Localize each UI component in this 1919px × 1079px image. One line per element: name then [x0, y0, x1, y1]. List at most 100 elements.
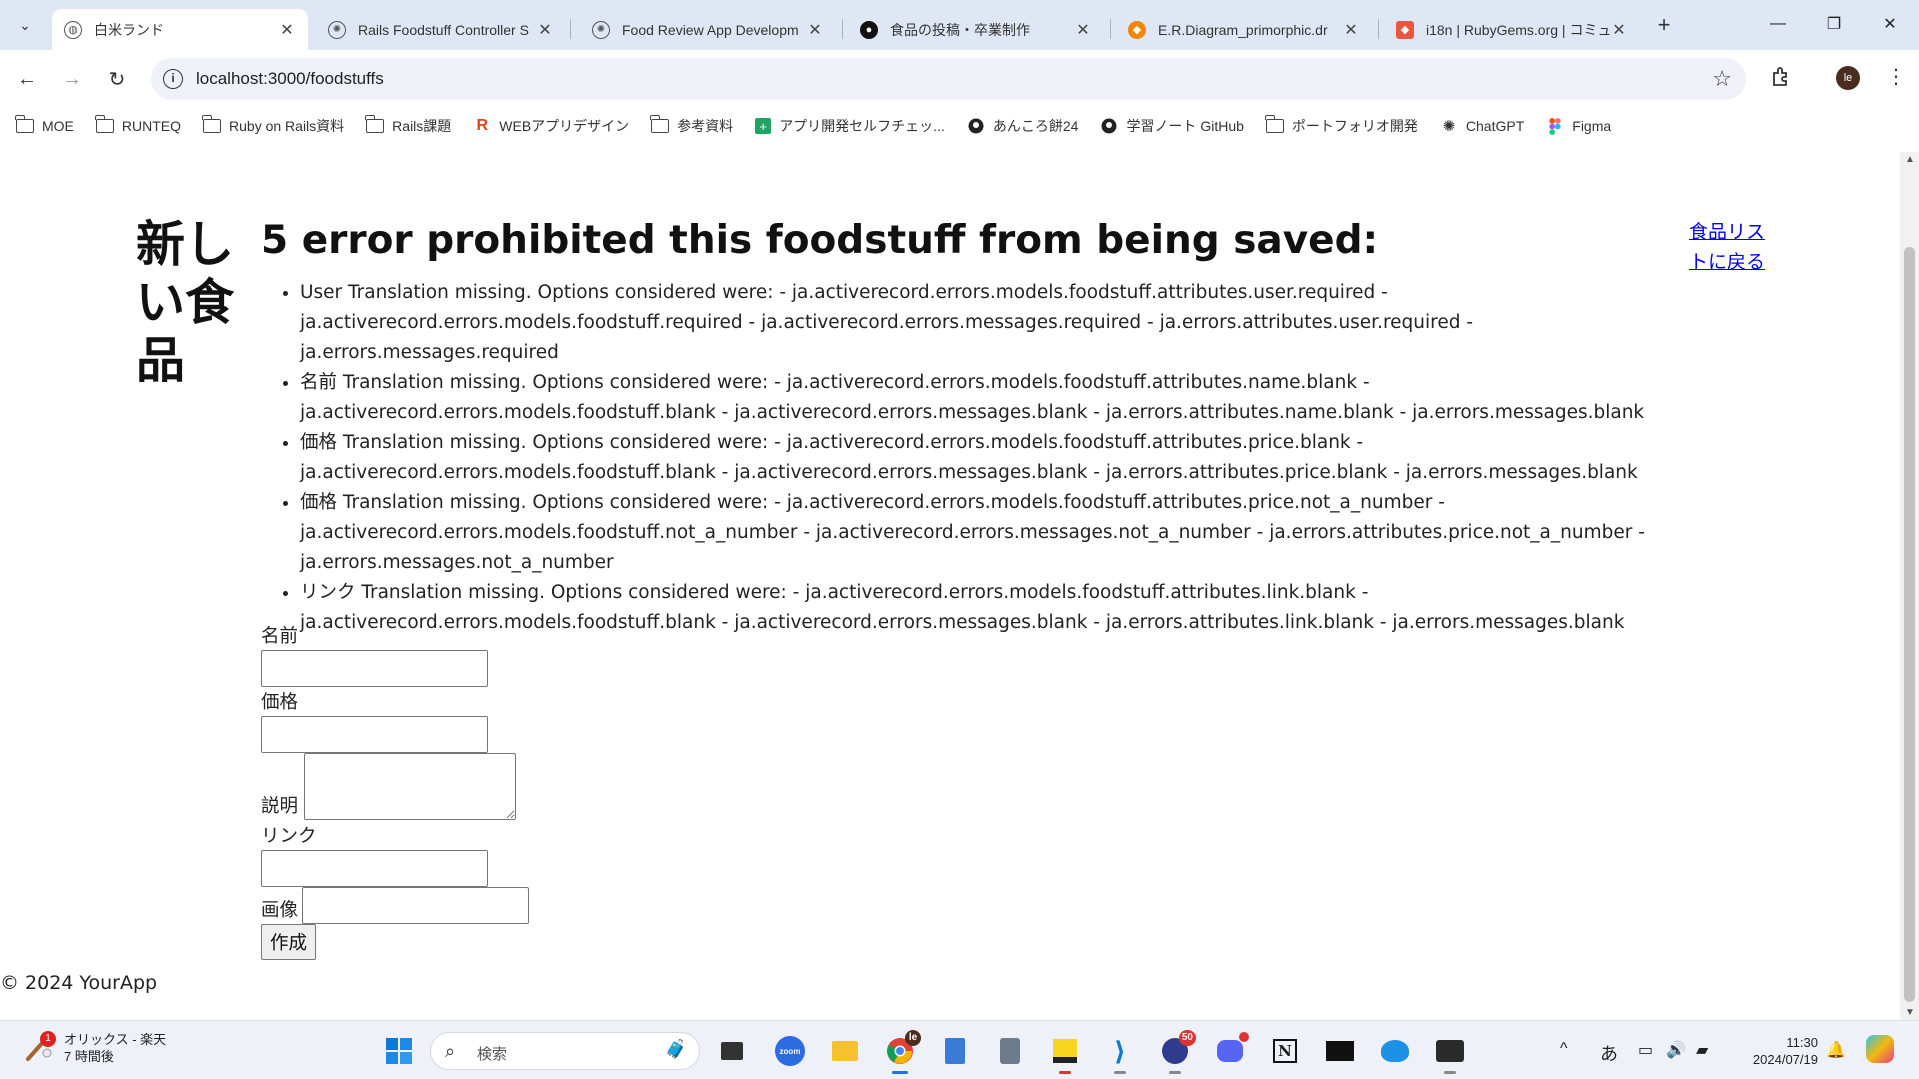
tab-title: Food Review App Developm — [622, 21, 799, 38]
close-icon[interactable]: ✕ — [1342, 20, 1360, 40]
error-item: 価格 Translation missing. Options consider… — [300, 488, 1670, 578]
active-indicator — [1114, 1071, 1126, 1074]
taskbar-search[interactable]: ⌕ 検索 🧳 — [430, 1032, 700, 1070]
windows-terminal-app[interactable] — [1435, 1036, 1465, 1074]
bookmark-rails-docs[interactable]: Ruby on Rails資料 — [202, 115, 344, 136]
bookmark-study-notes[interactable]: 学習ノート GitHub — [1100, 116, 1244, 136]
error-item: 価格 Translation missing. Options consider… — [300, 428, 1670, 488]
close-icon[interactable]: ✕ — [1074, 20, 1092, 40]
reload-button[interactable]: ↻ — [102, 64, 132, 94]
baseball-icon: 1 — [24, 1031, 56, 1063]
more-menu-icon[interactable]: ⋮ — [1886, 64, 1906, 89]
bookmark-label: Rails課題 — [392, 118, 452, 134]
bookmark-moe[interactable]: MOE — [15, 115, 74, 134]
vscode-icon: ⟩ — [1114, 1035, 1126, 1066]
tab-search-button[interactable]: ⌄ — [10, 11, 40, 39]
address-bar[interactable]: i localhost:3000/foodstuffs ☆ — [151, 58, 1746, 100]
reload-icon: ↻ — [108, 68, 126, 91]
calculator-app[interactable] — [995, 1036, 1025, 1066]
sticky-notes-icon — [1053, 1039, 1077, 1063]
tab-rubygems[interactable]: ◆ i18n | RubyGems.org | コミュ ✕ — [1384, 9, 1640, 50]
ime-indicator[interactable]: あ — [1600, 1040, 1618, 1066]
scroll-down-icon[interactable]: ▼ — [1905, 1007, 1915, 1018]
close-icon[interactable]: ✕ — [278, 20, 296, 40]
bell-icon[interactable]: 🔔 — [1826, 1040, 1846, 1060]
bookmark-chatgpt[interactable]: ✺ ChatGPT — [1440, 118, 1525, 135]
bookmark-self-check[interactable]: + アプリ開発セルフチェッ... — [755, 116, 945, 136]
description-textarea[interactable] — [304, 753, 517, 820]
close-window-button[interactable]: ✕ — [1862, 0, 1918, 48]
back-to-list-link[interactable]: 食品リストに戻る — [1689, 217, 1767, 277]
bookmark-star-icon[interactable]: ☆ — [1712, 66, 1732, 92]
zoom-app[interactable]: zoom — [775, 1036, 805, 1066]
sticky-notes-app[interactable] — [1050, 1036, 1080, 1074]
minimize-button[interactable]: — — [1750, 0, 1806, 48]
tab-separator — [842, 19, 843, 39]
bookmark-ankoromochi[interactable]: あんころ餅24 — [967, 116, 1078, 136]
forward-button[interactable]: → — [57, 64, 87, 94]
scroll-up-icon[interactable]: ▲ — [1905, 154, 1915, 165]
bookmark-rails-tasks[interactable]: Rails課題 — [365, 115, 452, 136]
chevron-up-icon[interactable]: ^ — [1560, 1040, 1568, 1058]
bookmark-runteq[interactable]: RUNTEQ — [94, 115, 182, 134]
folder-icon — [1264, 115, 1284, 134]
tab-github-food[interactable]: ● 食品の投稿・卒業制作 ✕ — [848, 9, 1104, 50]
battery-icon[interactable]: ▰ — [1696, 1040, 1708, 1060]
name-field[interactable] — [261, 650, 488, 687]
create-button[interactable]: 作成 — [261, 924, 317, 960]
copilot-icon[interactable] — [1866, 1035, 1894, 1068]
scroll-thumb[interactable] — [1904, 247, 1915, 1002]
notification-dot — [1239, 1032, 1249, 1042]
network-icon[interactable]: ▭ — [1638, 1040, 1653, 1060]
close-icon[interactable]: ✕ — [536, 20, 554, 40]
back-button[interactable]: ← — [12, 64, 42, 94]
profile-avatar[interactable]: le — [1836, 66, 1860, 90]
new-tab-button[interactable]: + — [1650, 12, 1678, 40]
restore-icon: ❐ — [1826, 16, 1842, 33]
news-title: オリックス - 楽天 — [64, 1032, 167, 1047]
tab-rails-controller[interactable]: ✺ Rails Foodstuff Controller S ✕ — [316, 9, 566, 50]
discord-app[interactable] — [1215, 1032, 1249, 1066]
notion-app[interactable]: N — [1270, 1036, 1300, 1066]
close-icon[interactable]: ✕ — [1610, 20, 1628, 40]
system-clock[interactable]: 11:30 2024/07/19 — [1728, 1034, 1818, 1068]
start-button[interactable] — [384, 1036, 414, 1066]
explorer-app[interactable] — [830, 1036, 860, 1066]
chrome-app[interactable]: le — [885, 1030, 921, 1074]
bookmark-web-design[interactable]: R WEBアプリデザイン — [473, 116, 630, 136]
site-info-icon[interactable]: i — [163, 69, 183, 89]
tab-food-review[interactable]: ✺ Food Review App Developm ✕ — [580, 9, 836, 50]
name-label: 名前 — [261, 626, 299, 647]
discord-icon — [1217, 1040, 1243, 1062]
foodstuff-form: 名前 価格 説明 リンク 画像 作成 — [261, 624, 530, 960]
tab-strip: ⌄ ◍ 白米ランド ✕ ✺ Rails Foodstuff Controller… — [0, 0, 1919, 50]
bookmark-figma[interactable]: Figma — [1546, 117, 1611, 135]
page-scrollbar[interactable]: ▲ ▼ — [1900, 152, 1919, 1020]
image-field[interactable] — [302, 887, 530, 924]
bookmark-portfolio[interactable]: ポートフォリオ開発 — [1264, 115, 1418, 136]
orbit-app[interactable]: 50 — [1160, 1030, 1196, 1074]
restore-button[interactable]: ❐ — [1806, 0, 1862, 48]
bookmark-label: RUNTEQ — [121, 118, 182, 134]
extensions-icon[interactable] — [1769, 64, 1793, 88]
close-icon[interactable]: ✕ — [806, 20, 824, 40]
volume-icon[interactable]: 🔊 — [1666, 1040, 1686, 1060]
docker-app[interactable] — [1380, 1036, 1410, 1066]
link-field[interactable] — [261, 850, 488, 887]
tab-title: E.R.Diagram_primorphic.dr — [1158, 21, 1328, 38]
calculator-icon — [1000, 1038, 1020, 1064]
news-widget[interactable]: 1 オリックス - 楽天 7 時間後 — [24, 1031, 166, 1065]
bookmark-reference[interactable]: 参考資料 — [650, 115, 733, 136]
search-icon: ⌕ — [445, 1041, 456, 1061]
price-field[interactable] — [261, 716, 488, 753]
terminal-app[interactable] — [1325, 1036, 1355, 1066]
tab-er-diagram[interactable]: ◆ E.R.Diagram_primorphic.dr ✕ — [1116, 9, 1372, 50]
clock-date: 2024/07/19 — [1752, 1052, 1818, 1067]
taskview-button[interactable] — [717, 1036, 747, 1066]
tab-active[interactable]: ◍ 白米ランド ✕ — [52, 9, 308, 50]
notepad-app[interactable] — [940, 1036, 970, 1066]
vscode-app[interactable]: ⟩ — [1105, 1035, 1135, 1074]
url-text[interactable]: localhost:3000/foodstuffs — [196, 69, 384, 89]
openai-icon: ✺ — [592, 20, 610, 39]
notification-badge: 1 — [40, 1031, 56, 1047]
